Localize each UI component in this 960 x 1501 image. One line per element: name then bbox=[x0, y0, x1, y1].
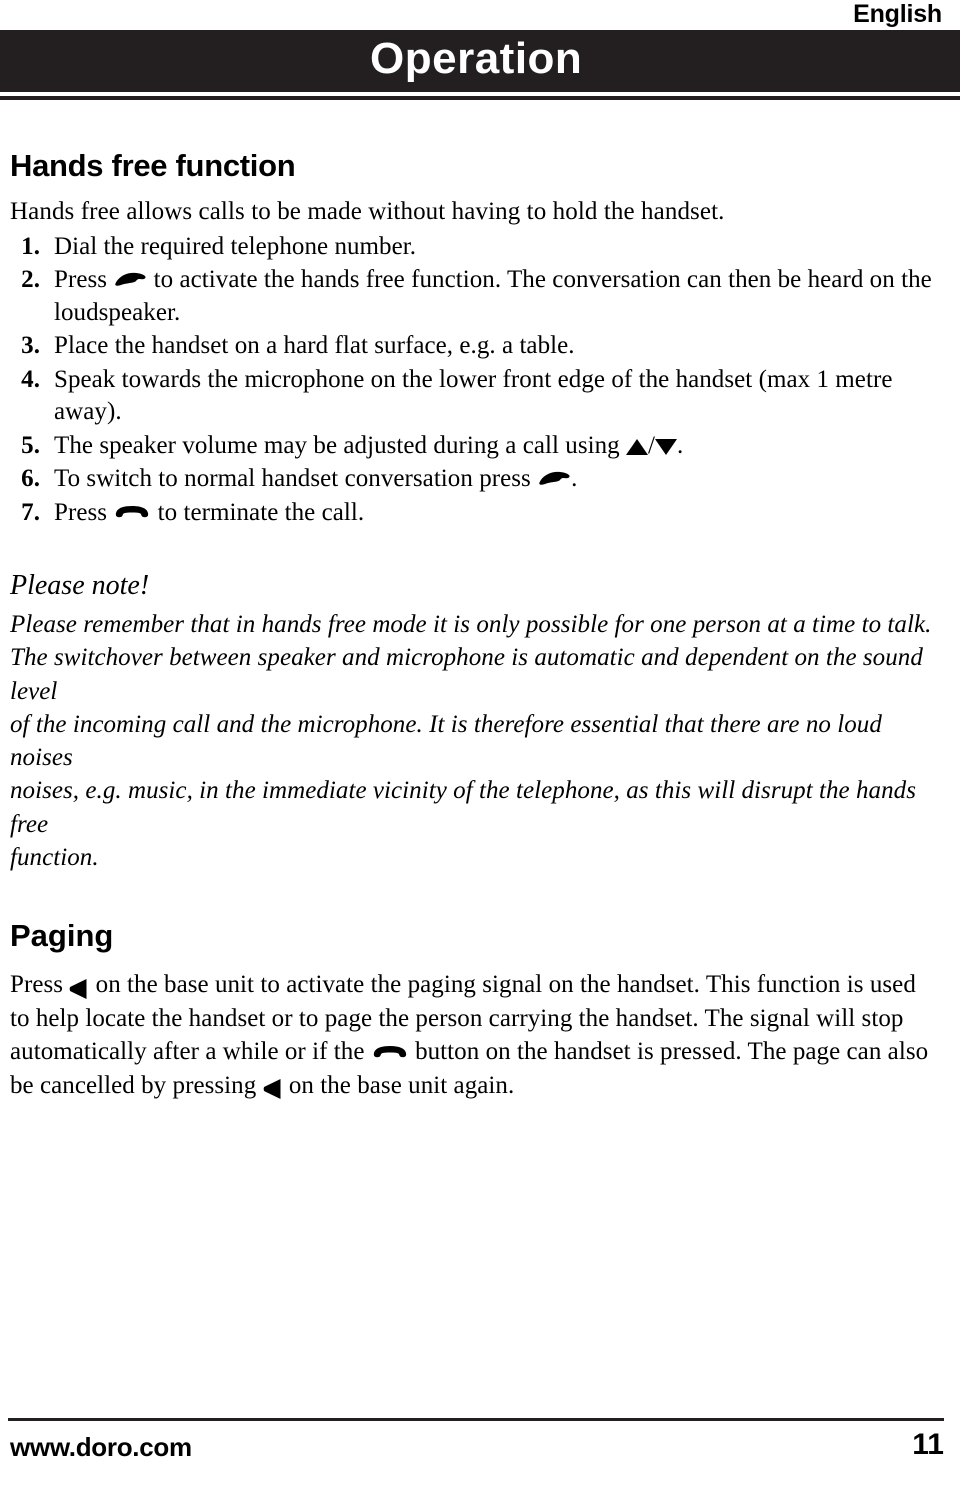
document-content: Hands free function Hands free allows ca… bbox=[10, 148, 940, 1102]
language-label: English bbox=[853, 0, 942, 28]
hands-free-steps: 1. Dial the required telephone number. 2… bbox=[10, 231, 940, 530]
list-item: 6. To switch to normal handset conversat… bbox=[10, 463, 940, 496]
step-text: . bbox=[677, 431, 684, 459]
footer-divider bbox=[8, 1418, 944, 1421]
step-number: 4. bbox=[21, 365, 40, 393]
step-text: to activate the hands free function. The… bbox=[54, 266, 932, 326]
step-text: Press bbox=[54, 498, 114, 526]
paging-section: Paging Press on the base unit to activat… bbox=[10, 918, 940, 1102]
list-item: 5. The speaker volume may be adjusted du… bbox=[10, 430, 940, 463]
hands-free-intro: Hands free allows calls to be made witho… bbox=[10, 198, 725, 225]
paging-text: Press on the base unit to activate the p… bbox=[10, 968, 940, 1102]
page-title: Operation bbox=[370, 34, 583, 83]
end-call-handset-icon bbox=[113, 504, 151, 520]
please-note-block: Please note! Please remember that in han… bbox=[10, 567, 940, 874]
please-note-line: of the incoming call and the microphone.… bbox=[10, 710, 882, 772]
step-text: The speaker volume may be adjusted durin… bbox=[54, 431, 627, 459]
paging-text-part: Press bbox=[10, 971, 70, 999]
please-note-line: Please remember that in hands free mode … bbox=[10, 611, 932, 639]
step-text: / bbox=[648, 431, 656, 459]
list-item: 7. Press to terminate the call. bbox=[10, 497, 940, 530]
paging-text-part: on the base unit again. bbox=[282, 1071, 515, 1099]
paging-key-icon bbox=[69, 978, 89, 1000]
step-number: 6. bbox=[21, 465, 40, 492]
please-note-title: Please note! bbox=[10, 570, 150, 601]
talk-handset-icon bbox=[113, 271, 147, 287]
please-note-line: function. bbox=[10, 843, 99, 871]
step-text: . bbox=[571, 465, 578, 492]
footer-page-number: 11 bbox=[912, 1428, 944, 1461]
step-text: To switch to normal handset conversation… bbox=[54, 465, 538, 492]
step-number: 3. bbox=[21, 332, 40, 359]
step-number: 5. bbox=[21, 431, 40, 459]
list-item: 2. Press to activate the hands free func… bbox=[10, 264, 940, 329]
step-number: 1. bbox=[21, 232, 40, 260]
talk-handset-icon bbox=[537, 470, 571, 486]
step-text: Dial the required telephone number. bbox=[54, 232, 417, 260]
step-number: 7. bbox=[21, 498, 40, 526]
volume-down-icon bbox=[655, 438, 678, 455]
step-text: Place the handset on a hard flat surface… bbox=[54, 332, 575, 359]
list-item: 4. Speak towards the microphone on the l… bbox=[10, 364, 940, 429]
step-text: Press bbox=[54, 266, 114, 293]
list-item: 1. Dial the required telephone number. bbox=[10, 231, 940, 264]
step-number: 2. bbox=[21, 266, 40, 293]
please-note-line: The switchover between speaker and micro… bbox=[10, 644, 923, 705]
paging-heading: Paging bbox=[10, 918, 114, 954]
paging-key-icon bbox=[263, 1078, 283, 1100]
step-text: Speak towards the microphone on the lowe… bbox=[54, 365, 893, 426]
hands-free-heading: Hands free function bbox=[10, 148, 296, 183]
volume-up-icon bbox=[626, 438, 649, 455]
title-divider bbox=[0, 96, 960, 100]
step-text: to terminate the call. bbox=[151, 498, 365, 526]
please-note-line: noises, e.g. music, in the immediate vic… bbox=[10, 777, 916, 838]
footer-website: www.doro.com bbox=[10, 1432, 192, 1462]
list-item: 3. Place the handset on a hard flat surf… bbox=[10, 330, 940, 363]
end-call-handset-icon bbox=[371, 1044, 409, 1060]
